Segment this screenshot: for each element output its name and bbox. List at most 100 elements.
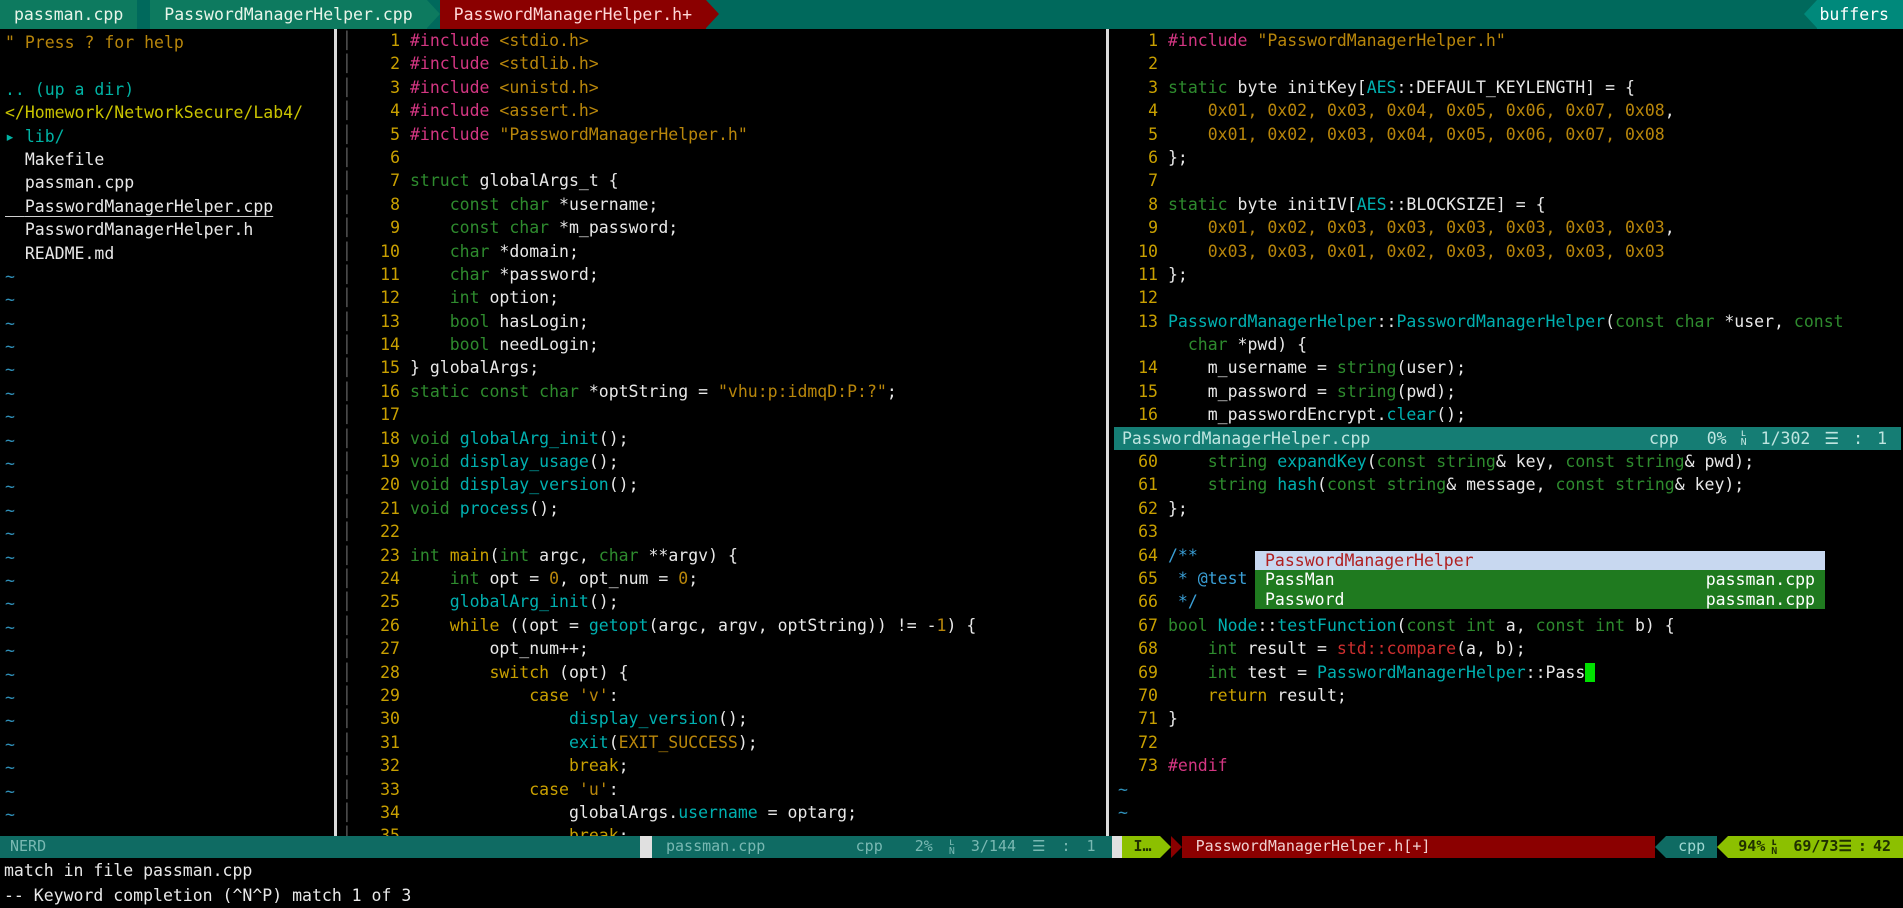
code-line[interactable]: 10 0x03, 0x03, 0x01, 0x02, 0x03, 0x03, 0… <box>1114 240 1901 263</box>
code-line[interactable]: │ 30 display_version(); <box>342 707 1102 730</box>
code-line[interactable]: 13 PasswordManagerHelper::PasswordManager… <box>1114 310 1901 333</box>
code-line[interactable]: │ 29 case 'v': <box>342 684 1102 707</box>
autocomplete-item[interactable]: Password passman.cpp <box>1255 590 1825 609</box>
nerdtree-item-passman-cpp[interactable]: passman.cpp <box>0 171 330 194</box>
nerdtree-help-hint: " Press ? for help <box>5 33 184 52</box>
tab-passwordmanagerhelper-cpp[interactable]: PasswordManagerHelper.cpp <box>150 0 427 29</box>
code-line[interactable]: 6}; <box>1114 146 1901 169</box>
nerdtree-up-a-dir[interactable]: .. (up a dir) <box>0 78 330 101</box>
code-line[interactable]: │ 32 break; <box>342 754 1102 777</box>
nerdtree-filler-tilde: ~ <box>5 687 15 707</box>
nerdtree-item-lib[interactable]: ▸ lib/ <box>0 125 330 148</box>
code-line[interactable]: │ 11 char *password; <box>342 263 1102 286</box>
nerdtree-item-passwordmanagerhelper-h[interactable]: PasswordManagerHelper.h <box>0 218 330 241</box>
code-line[interactable]: │ 18 void globalArg_init(); <box>342 427 1102 450</box>
nerdtree-item-readme-md[interactable]: README.md <box>0 242 330 265</box>
code-line[interactable]: 71} <box>1114 707 1901 730</box>
tab-passwordmanagerhelper-h[interactable]: PasswordManagerHelper.h+ <box>439 0 707 29</box>
code-line[interactable]: 15 m_password = string(pwd); <box>1114 380 1901 403</box>
code-line[interactable]: 67 bool Node::testFunction(const int a, c… <box>1114 614 1901 637</box>
code-pane-passman-cpp[interactable]: │ 1 #include <stdio.h> │ 2 #include <stdlib.h… <box>342 29 1102 836</box>
vertical-split-divider-right[interactable] <box>1102 29 1114 836</box>
code-line[interactable]: 16 m_passwordEncrypt.clear(); <box>1114 403 1901 426</box>
line-number: 63 <box>1138 522 1158 542</box>
code-token: return <box>1207 685 1268 705</box>
code-line[interactable]: │ 20 void display_version(); <box>342 473 1102 496</box>
code-line[interactable]: │ 23 int main(int argc, char **argv) { <box>342 544 1102 567</box>
code-line[interactable]: 69 int test = PasswordManagerHelper::Pas… <box>1114 661 1901 684</box>
code-line[interactable]: │ 28 switch (opt) { <box>342 661 1102 684</box>
code-line[interactable]: │ 33 case 'u': <box>342 778 1102 801</box>
code-line[interactable]: │ 34 globalArgs.username = optarg; <box>342 801 1102 824</box>
code-token: const string <box>1376 452 1496 472</box>
code-token: void <box>410 428 450 448</box>
code-line[interactable]: │ 26 while ((opt = getopt(argc, argv, opt… <box>342 614 1102 637</box>
code-pane-passwordmanagerhelper-h[interactable]: 1 #include "PasswordManagerHelper.h" 2 3 st… <box>1114 29 1901 836</box>
code-token: 0x01, 0x02, 0x03, 0x04, 0x05, 0x06, 0x07… <box>1207 124 1665 144</box>
vertical-split-divider-left[interactable] <box>330 29 342 836</box>
code-line[interactable]: │ 24 int opt = 0, opt_num = 0; <box>342 567 1102 590</box>
code-line[interactable]: 62}; <box>1114 497 1901 520</box>
nerdtree-item-passwordmanagerhelper-cpp[interactable]: PasswordManagerHelper.cpp <box>0 195 330 218</box>
code-line[interactable]: 4 0x01, 0x02, 0x03, 0x04, 0x05, 0x06, 0x… <box>1114 99 1901 122</box>
code-line[interactable]: 11}; <box>1114 263 1901 286</box>
code-token: *domain; <box>489 241 579 261</box>
buffers-indicator[interactable]: buffers <box>1804 0 1903 29</box>
code-line[interactable]: │ 19 void display_usage(); <box>342 450 1102 473</box>
code-line[interactable]: 61 string hash(const string& message, co… <box>1114 473 1901 496</box>
code-line[interactable]: │ 9 const char *m_password; <box>342 216 1102 239</box>
code-line[interactable]: │ 21 void process(); <box>342 497 1102 520</box>
code-token: int <box>499 545 530 565</box>
code-line[interactable]: 63 <box>1114 520 1901 543</box>
code-line[interactable]: 8 static byte initIV[AES::BLOCKSIZE] = { <box>1114 193 1901 216</box>
code-line[interactable]: 73 #endif <box>1114 754 1901 777</box>
code-line[interactable]: 2 <box>1114 52 1901 75</box>
tab-passman-cpp[interactable]: passman.cpp <box>0 0 138 29</box>
code-line[interactable]: 14 m_username = string(user); <box>1114 356 1901 379</box>
nerdtree-item-makefile[interactable]: Makefile <box>0 148 330 171</box>
code-line[interactable]: 5 0x01, 0x02, 0x03, 0x04, 0x05, 0x06, 0x… <box>1114 123 1901 146</box>
code-line[interactable]: │ 7 struct globalArgs_t { <box>342 169 1102 192</box>
code-line[interactable]: 72 <box>1114 731 1901 754</box>
line-number: 73 <box>1138 756 1158 776</box>
line-number: 23 <box>380 545 400 565</box>
code-line[interactable]: │ 14 bool needLogin; <box>342 333 1102 356</box>
code-line[interactable]: │ 17 <box>342 403 1102 426</box>
code-line[interactable]: │ 8 const char *username; <box>342 193 1102 216</box>
code-line[interactable]: │ 12 int option; <box>342 286 1102 309</box>
code-line[interactable]: │ 25 globalArg_init(); <box>342 590 1102 613</box>
code-line[interactable]: 70 return result; <box>1114 684 1901 707</box>
code-line[interactable]: 60 string expandKey(const string& key, c… <box>1114 450 1901 473</box>
autocomplete-popup-menu[interactable]: PasswordManagerHelper PassMan passman.cpp P… <box>1255 551 1825 609</box>
code-line[interactable]: 1 #include "PasswordManagerHelper.h" <box>1114 29 1901 52</box>
code-line[interactable]: │ 10 char *domain; <box>342 240 1102 263</box>
code-line[interactable]: │ 27 opt_num++; <box>342 637 1102 660</box>
code-line[interactable]: 68 int result = std::compare(a, b); <box>1114 637 1901 660</box>
code-line[interactable]: 3 static byte initKey[AES::DEFAULT_KEYLEN… <box>1114 76 1901 99</box>
code-line[interactable]: │ 31 exit(EXIT_SUCCESS); <box>342 731 1102 754</box>
code-line[interactable]: │ 6 <box>342 146 1102 169</box>
line-number: 19 <box>380 452 400 472</box>
code-line[interactable]: │ 22 <box>342 520 1102 543</box>
code-line[interactable]: │ 5 #include "PasswordManagerHelper.h" <box>342 123 1102 146</box>
code-line[interactable]: │ 35 break; <box>342 824 1102 836</box>
code-line[interactable]: │ 15} globalArgs; <box>342 356 1102 379</box>
code-line[interactable]: │ 16 static const char *optString = "vhu:p… <box>342 380 1102 403</box>
code-line[interactable]: 9 0x01, 0x02, 0x03, 0x03, 0x03, 0x03, 0x… <box>1114 216 1901 239</box>
code-line[interactable]: │ 4 #include <assert.h> <box>342 99 1102 122</box>
code-line[interactable]: │ 3 #include <unistd.h> <box>342 76 1102 99</box>
code-line[interactable]: │ 1 #include <stdio.h> <box>342 29 1102 52</box>
code-token: ; <box>886 381 897 401</box>
code-line[interactable]: char *pwd) { <box>1114 333 1901 356</box>
code-text: void display_usage(); <box>410 450 619 473</box>
code-line[interactable]: 12 <box>1114 286 1901 309</box>
code-line[interactable]: │ 13 bool hasLogin; <box>342 310 1102 333</box>
code-line[interactable]: │ 2 #include <stdlib.h> <box>342 52 1102 75</box>
nerdtree-sidebar[interactable]: " Press ? for help .. (up a dir) </Homew… <box>0 29 330 836</box>
line-number: 9 <box>390 218 400 238</box>
code-line[interactable]: 7 <box>1114 169 1901 192</box>
